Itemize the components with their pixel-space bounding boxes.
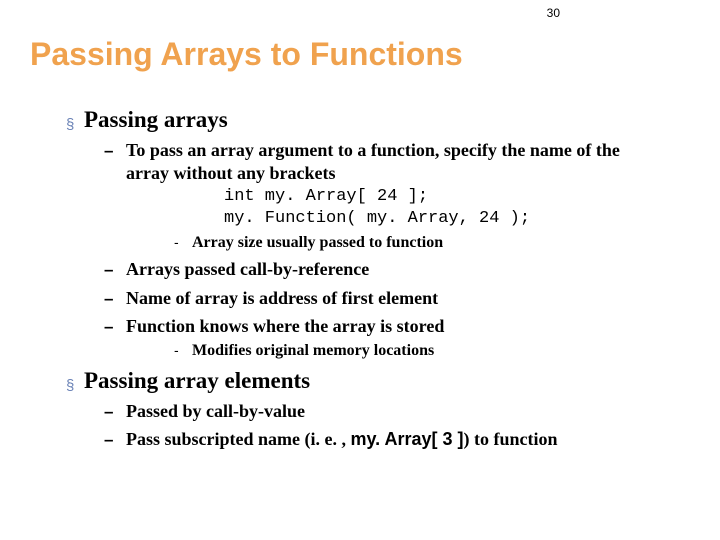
slide: 30 Passing Arrays to Functions § Passing… — [0, 0, 720, 540]
list-item: – Pass subscripted name (i. e. , my. Arr… — [104, 428, 690, 451]
section-heading-text: Passing arrays — [84, 107, 228, 133]
page-title: Passing Arrays to Functions — [30, 36, 690, 73]
list-item: – Name of array is address of first elem… — [104, 287, 690, 310]
sub-list: - Array size usually passed to function — [104, 234, 690, 252]
list-item: – Function knows where the array is stor… — [104, 315, 690, 338]
hyphen-icon: - — [174, 234, 192, 250]
code-block: int my. Array[ 24 ]; my. Function( my. A… — [104, 186, 690, 230]
sub-list: - Modifies original memory locations — [104, 342, 690, 360]
hyphen-icon: - — [174, 342, 192, 358]
dash-icon: – — [104, 430, 126, 450]
list-item-text-composite: Pass subscripted name (i. e. , my. Array… — [126, 428, 558, 451]
dash-icon: – — [104, 289, 126, 309]
square-bullet-icon: § — [66, 116, 84, 133]
list-item: – Arrays passed call-by-reference — [104, 258, 690, 281]
section-heading: § Passing arrays — [66, 107, 690, 133]
sub-list-item: - Modifies original memory locations — [174, 342, 690, 360]
inline-code: my. Array[ 3 ] — [351, 429, 464, 449]
dash-icon: – — [104, 141, 126, 161]
list-item-text: Arrays passed call-by-reference — [126, 258, 369, 281]
list-item-text: To pass an array argument to a function,… — [126, 139, 666, 184]
code-line: int my. Array[ 24 ]; — [224, 186, 690, 208]
square-bullet-icon: § — [66, 377, 84, 394]
section-heading: § Passing array elements — [66, 368, 690, 394]
sub-list-item: - Array size usually passed to function — [174, 234, 690, 252]
dash-icon: – — [104, 260, 126, 280]
page-number: 30 — [547, 6, 560, 20]
text-suffix: ) to function — [464, 429, 558, 449]
content-area: § Passing arrays – To pass an array argu… — [30, 107, 690, 451]
list-item: – Passed by call-by-value — [104, 400, 690, 423]
section1-items: – To pass an array argument to a functio… — [66, 139, 690, 360]
list-item: – To pass an array argument to a functio… — [104, 139, 690, 184]
section2-items: – Passed by call-by-value – Pass subscri… — [66, 400, 690, 451]
sub-list-item-text: Array size usually passed to function — [192, 234, 443, 252]
code-line: my. Function( my. Array, 24 ); — [224, 208, 690, 230]
section-heading-text: Passing array elements — [84, 368, 310, 394]
sub-list-item-text: Modifies original memory locations — [192, 342, 434, 360]
dash-icon: – — [104, 402, 126, 422]
list-item-text: Passed by call-by-value — [126, 400, 305, 423]
text-prefix: Pass subscripted name (i. e. , — [126, 429, 351, 449]
dash-icon: – — [104, 317, 126, 337]
list-item-text: Function knows where the array is stored — [126, 315, 444, 338]
list-item-text: Name of array is address of first elemen… — [126, 287, 438, 310]
